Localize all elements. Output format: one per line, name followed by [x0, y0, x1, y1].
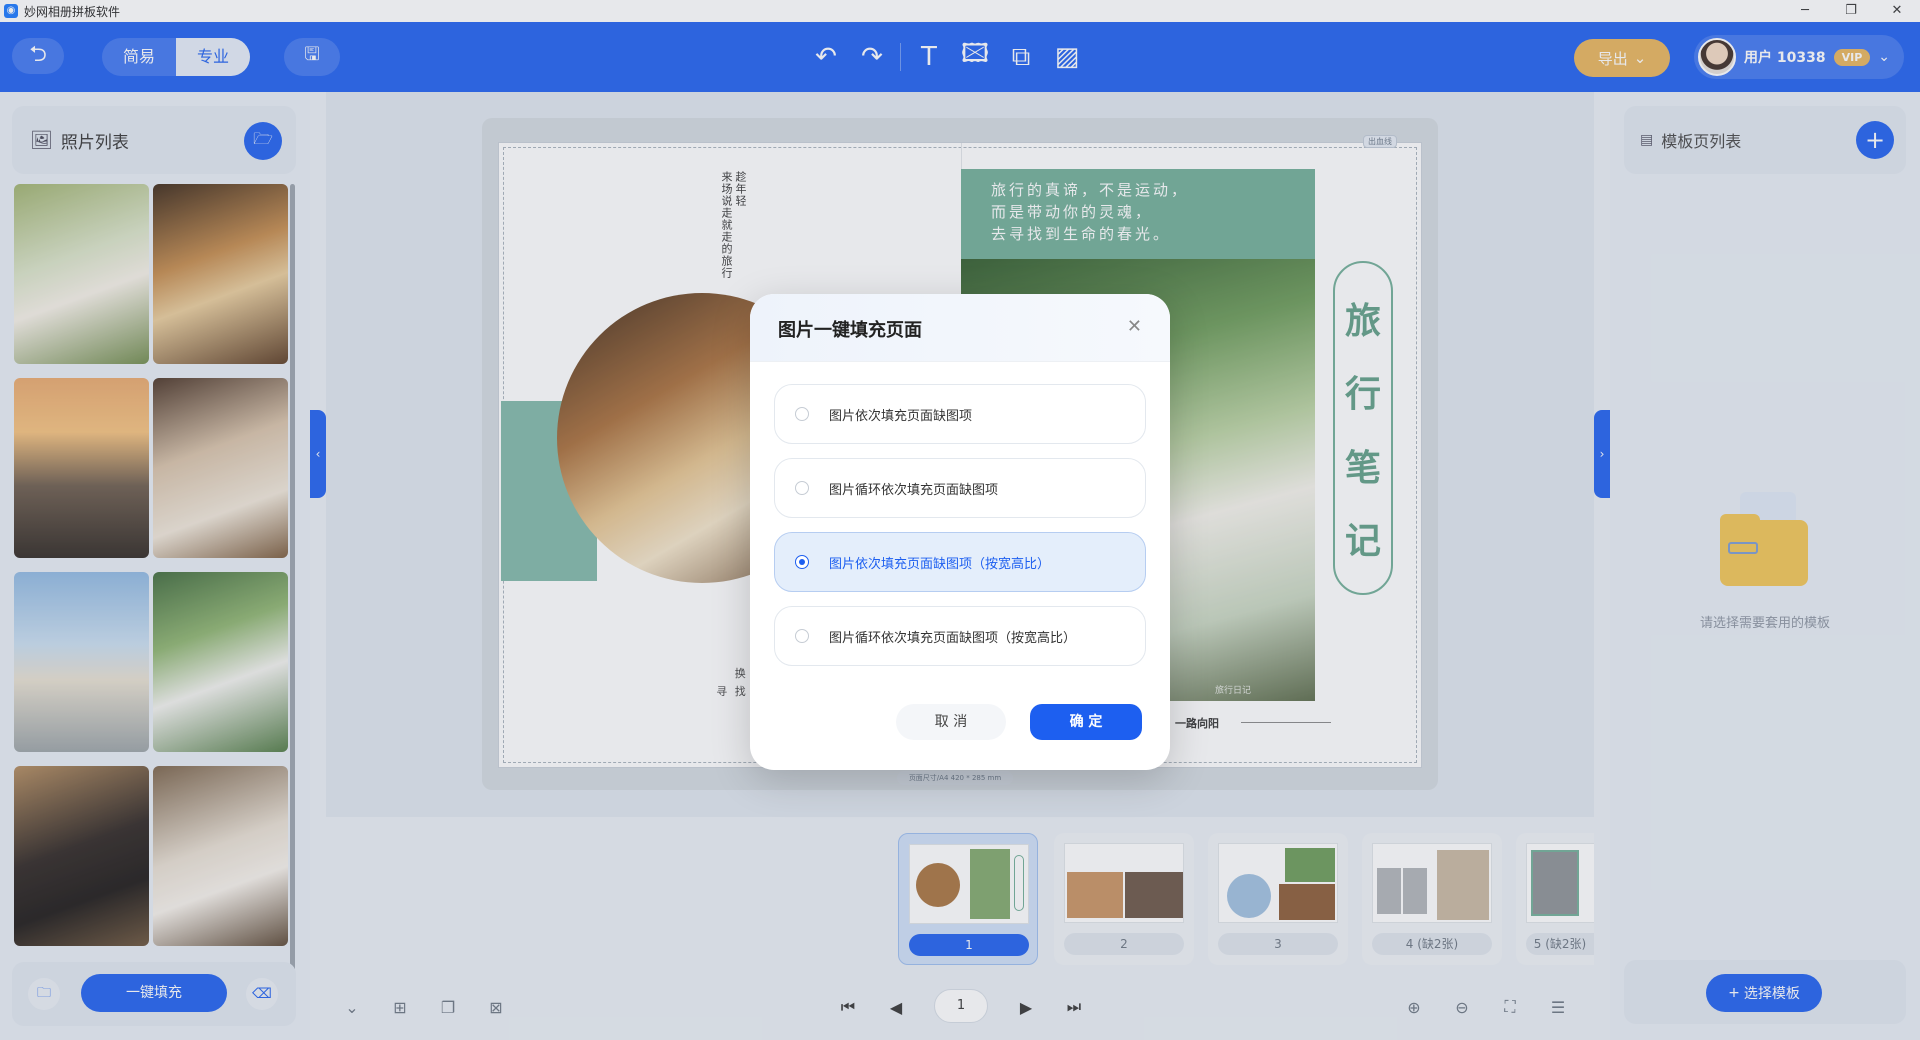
- radio-button[interactable]: [795, 481, 809, 495]
- option-label: 图片循环依次填充页面缺图项（按宽高比）: [829, 630, 1077, 646]
- fill-page-dialog: 图片一键填充页面 ✕ 图片依次填充页面缺图项 图片循环依次填充页面缺图项 图片依…: [750, 294, 1170, 770]
- option-label: 图片依次填充页面缺图项（按宽高比）: [829, 556, 1051, 572]
- option-label: 图片循环依次填充页面缺图项: [829, 482, 999, 498]
- radio-button[interactable]: [795, 629, 809, 643]
- close-icon[interactable]: ✕: [1127, 316, 1142, 337]
- radio-button[interactable]: [795, 407, 809, 421]
- fill-option-sequential[interactable]: 图片依次填充页面缺图项: [774, 384, 1146, 444]
- cancel-button[interactable]: 取 消: [896, 704, 1006, 740]
- fill-option-sequential-aspect[interactable]: 图片依次填充页面缺图项（按宽高比）: [774, 532, 1146, 592]
- fill-option-cyclic-aspect[interactable]: 图片循环依次填充页面缺图项（按宽高比）: [774, 606, 1146, 666]
- confirm-button[interactable]: 确 定: [1030, 704, 1142, 740]
- fill-option-cyclic[interactable]: 图片循环依次填充页面缺图项: [774, 458, 1146, 518]
- radio-button[interactable]: [795, 555, 809, 569]
- dialog-title: 图片一键填充页面: [778, 320, 922, 341]
- option-label: 图片依次填充页面缺图项: [829, 408, 973, 424]
- dialog-footer: 取 消 确 定: [750, 688, 1170, 770]
